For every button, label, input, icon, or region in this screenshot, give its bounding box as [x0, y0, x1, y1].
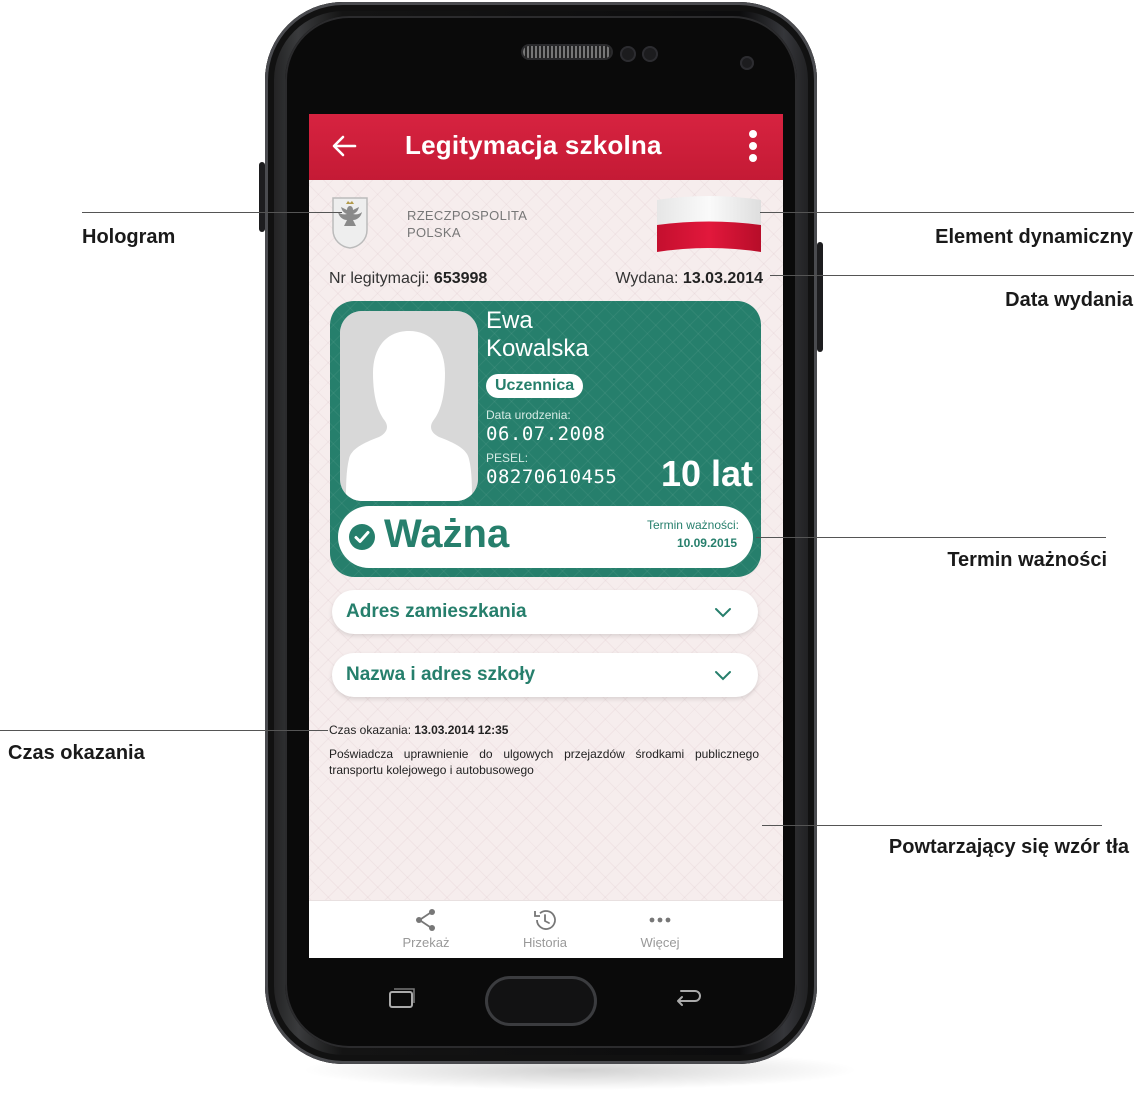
- legal-text: Poświadcza uprawnienie do ulgowych przej…: [329, 747, 759, 777]
- accordion-label: Adres zamieszkania: [346, 601, 527, 622]
- app-title: Legitymacja szkolna: [405, 130, 662, 160]
- nav-history[interactable]: Historia: [500, 901, 590, 958]
- annotation-expiry: Termin ważności: [947, 549, 1107, 571]
- app-bar: Legitymacja szkolna: [309, 114, 783, 180]
- country-line-2: POLSKA: [407, 225, 461, 240]
- polish-flag-icon: [657, 196, 761, 252]
- role-badge: Uczennica: [486, 374, 584, 398]
- nav-label: Historia: [522, 935, 568, 950]
- last-name: Kowalska: [486, 335, 589, 362]
- back-arrow-icon[interactable]: [329, 131, 359, 161]
- annotation-line-shown-time: [0, 730, 328, 731]
- annotation-background-pattern: Powtarzający się wzór tła: [888, 836, 1129, 858]
- expiry-value: 10.09.2015: [676, 536, 737, 550]
- issue-date-label: Wydana:: [615, 270, 679, 287]
- sensor-icon: [620, 46, 636, 62]
- person-silhouette-icon: [340, 311, 478, 501]
- recent-apps-icon[interactable]: [387, 988, 417, 1010]
- chevron-down-icon: [715, 608, 731, 618]
- eagle-emblem-icon: [332, 197, 368, 249]
- volume-key: [259, 162, 265, 232]
- more-horizontal-icon: [649, 917, 671, 923]
- annotation-shown-time: Czas okazania: [8, 742, 145, 764]
- document-number-label: Nr legitymacji:: [329, 270, 430, 287]
- nav-label: Więcej: [640, 935, 680, 950]
- annotation-line-background: [762, 825, 1102, 826]
- history-icon: [534, 910, 556, 930]
- annotation-line-issue-date: [770, 275, 1134, 276]
- stage: Legitymacja szkolna RZECZPOSPOLITA POLSK…: [0, 0, 1137, 1104]
- pesel-label: PESEL:: [486, 451, 529, 465]
- accordion-school-address[interactable]: Nazwa i adres szkoły: [332, 653, 758, 697]
- nav-label: Przekaż: [402, 935, 450, 950]
- nav-share[interactable]: Przekaż: [381, 901, 471, 958]
- annotation-line-expiry: [756, 537, 1106, 538]
- annotation-line-hologram: [82, 212, 342, 213]
- chevron-down-icon: [715, 671, 731, 681]
- shown-time-value: 13.03.2014 12:35: [414, 723, 509, 737]
- pesel-value: 08270610455: [486, 466, 618, 488]
- validity-box: Ważna Termin ważności: 10.09.2015: [338, 506, 753, 568]
- bottom-nav: Przekaż Historia Więcej: [309, 900, 783, 958]
- accordion-label: Nazwa i adres szkoły: [346, 664, 536, 685]
- annotation-hologram: Hologram: [82, 226, 176, 248]
- annotation-dynamic-element: Element dynamiczny: [935, 226, 1133, 248]
- dob-label: Data urodzenia:: [486, 408, 571, 422]
- issue-date: Wydana: 13.03.2014: [615, 270, 763, 288]
- accordion-home-address[interactable]: Adres zamieszkania: [332, 590, 758, 634]
- earpiece-speaker: [523, 46, 611, 58]
- student-card: Ewa Kowalska Uczennica Data urodzenia: 0…: [330, 301, 761, 577]
- first-name: Ewa: [486, 307, 533, 334]
- nav-more[interactable]: Więcej: [615, 901, 705, 958]
- more-vertical-icon[interactable]: [749, 130, 757, 164]
- photo-placeholder: [340, 311, 478, 501]
- document-number: Nr legitymacji: 653998: [329, 270, 487, 288]
- annotation-line-dynamic: [760, 212, 1134, 213]
- sensor-icon: [642, 46, 658, 62]
- shown-time: Czas okazania: 13.03.2014 12:35: [329, 723, 508, 737]
- front-camera-icon: [740, 56, 754, 70]
- home-button[interactable]: [485, 976, 597, 1026]
- validity-status: Ważna: [384, 512, 510, 556]
- dob-value: 06.07.2008: [486, 423, 606, 445]
- app-screen: Legitymacja szkolna RZECZPOSPOLITA POLSK…: [309, 114, 783, 958]
- check-circle-icon: [349, 524, 375, 550]
- issue-date-value: 13.03.2014: [682, 270, 763, 287]
- country-line-1: RZECZPOSPOLITA: [407, 208, 528, 223]
- expiry-label: Termin ważności:: [646, 518, 739, 532]
- age-value: 10 lat: [660, 453, 753, 494]
- document-number-value: 653998: [433, 270, 488, 287]
- share-icon: [416, 909, 435, 931]
- annotation-issue-date: Data wydania: [1005, 289, 1133, 311]
- shown-time-label: Czas okazania:: [329, 723, 412, 737]
- country-name: RZECZPOSPOLITA POLSKA: [407, 207, 527, 241]
- hardware-back-icon[interactable]: [672, 986, 704, 1008]
- power-key: [817, 242, 823, 352]
